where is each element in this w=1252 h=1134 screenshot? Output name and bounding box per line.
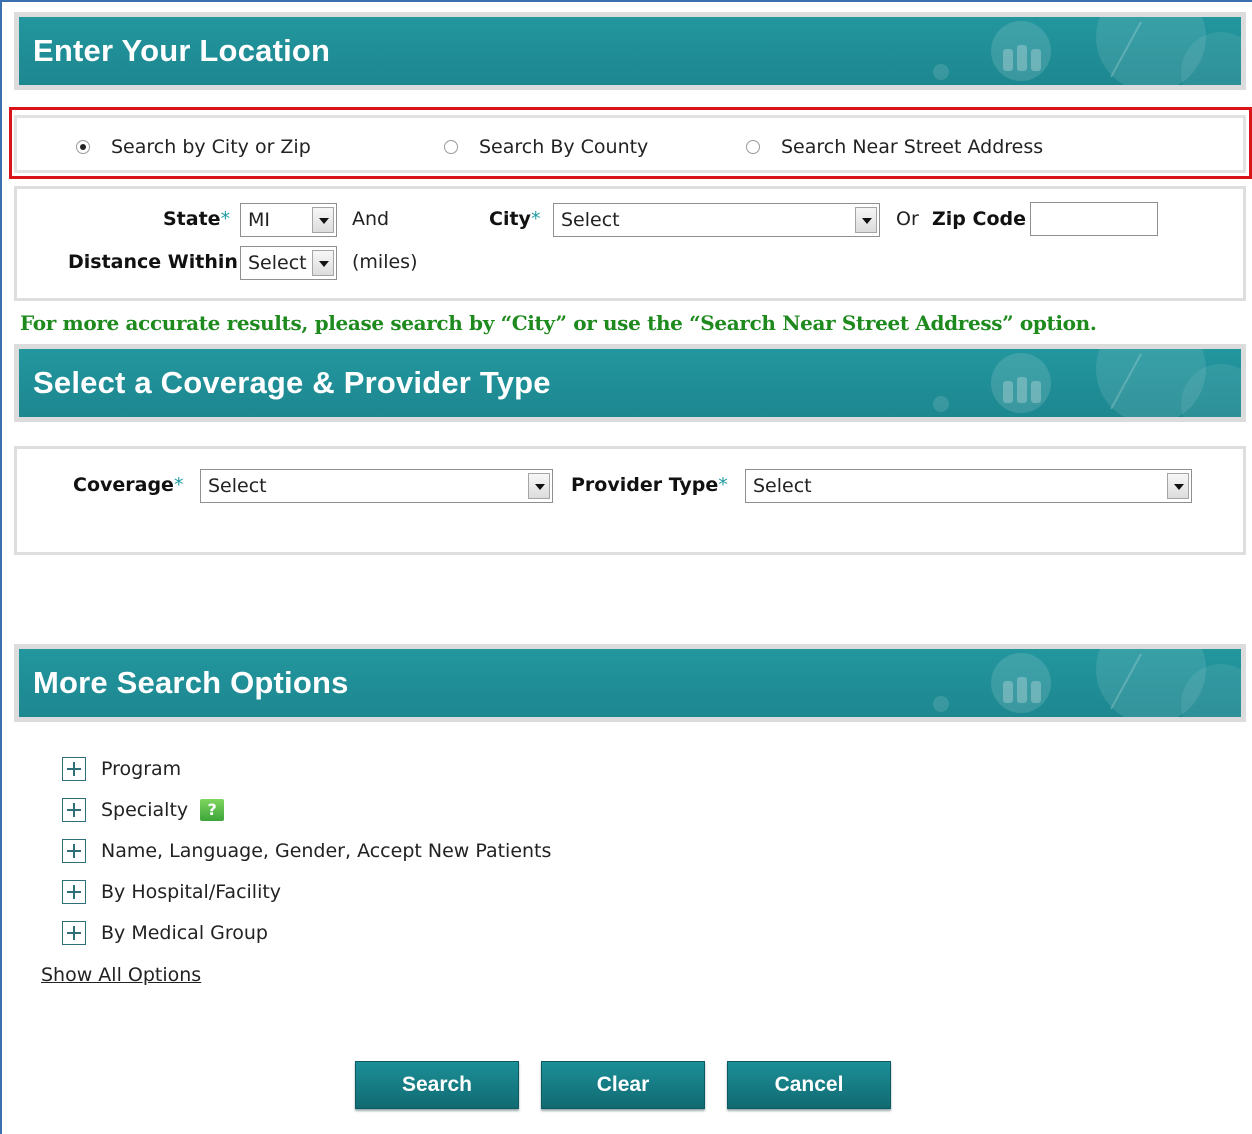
radio-city-zip[interactable] xyxy=(76,140,90,154)
state-select[interactable]: MI xyxy=(240,203,337,237)
expand-plus-icon[interactable] xyxy=(62,757,86,781)
option-program-label: Program xyxy=(101,758,182,780)
option-hospital-facility[interactable]: By Hospital/Facility xyxy=(62,879,281,905)
radio-option-county[interactable]: Search By County xyxy=(444,135,648,159)
coverage-select-value: Select xyxy=(208,475,267,497)
banner-decoration-icon xyxy=(933,349,1241,417)
provider-type-label: Provider Type* xyxy=(571,474,728,496)
option-program[interactable]: Program xyxy=(62,756,181,782)
provider-type-select-value: Select xyxy=(753,475,812,497)
zip-code-input[interactable] xyxy=(1030,202,1158,236)
coverage-section-header: Select a Coverage & Provider Type xyxy=(14,344,1246,422)
state-select-value: MI xyxy=(248,209,270,231)
chevron-down-icon[interactable] xyxy=(312,250,334,276)
radio-option-city-zip[interactable]: Search by City or Zip xyxy=(76,135,311,159)
option-name-language-gender[interactable]: Name, Language, Gender, Accept New Patie… xyxy=(62,838,551,864)
expand-plus-icon[interactable] xyxy=(62,880,86,904)
zip-code-label: Zip Code xyxy=(932,208,1026,230)
more-options-section-header: More Search Options xyxy=(14,644,1246,722)
location-section-title: Enter Your Location xyxy=(33,33,331,68)
radio-street-address-label: Search Near Street Address xyxy=(781,136,1044,158)
option-name-language-gender-label: Name, Language, Gender, Accept New Patie… xyxy=(101,840,552,862)
chevron-down-icon[interactable] xyxy=(855,207,877,233)
provider-type-select[interactable]: Select xyxy=(745,469,1192,503)
coverage-label: Coverage* xyxy=(73,474,184,496)
radio-county[interactable] xyxy=(444,140,458,154)
clear-button[interactable]: Clear xyxy=(541,1061,705,1109)
radio-option-street-address[interactable]: Search Near Street Address xyxy=(746,135,1043,159)
distance-select[interactable]: Select xyxy=(240,246,337,280)
banner-decoration-icon xyxy=(933,649,1241,717)
show-all-options-link[interactable]: Show All Options xyxy=(41,964,201,986)
banner-decoration-icon xyxy=(933,17,1241,85)
coverage-select[interactable]: Select xyxy=(200,469,553,503)
chevron-down-icon[interactable] xyxy=(528,473,550,499)
or-text: Or xyxy=(896,208,919,230)
city-label: City* xyxy=(489,208,541,230)
radio-city-zip-label: Search by City or Zip xyxy=(111,136,311,158)
miles-text: (miles) xyxy=(352,251,418,273)
search-button[interactable]: Search xyxy=(355,1061,519,1109)
distance-within-label: Distance Within xyxy=(68,251,238,273)
option-specialty-label: Specialty xyxy=(101,799,189,821)
distance-select-value: Select xyxy=(248,252,307,274)
help-icon[interactable]: ? xyxy=(200,799,225,821)
state-label: State* xyxy=(163,208,231,230)
expand-plus-icon[interactable] xyxy=(62,921,86,945)
more-options-section-title: More Search Options xyxy=(33,665,349,700)
option-specialty[interactable]: Specialty ? xyxy=(62,797,225,823)
option-hospital-facility-label: By Hospital/Facility xyxy=(101,881,282,903)
chevron-down-icon[interactable] xyxy=(312,207,334,233)
location-section-header: Enter Your Location xyxy=(14,12,1246,90)
coverage-section-title: Select a Coverage & Provider Type xyxy=(33,365,551,400)
city-select[interactable]: Select xyxy=(553,203,880,237)
city-select-value: Select xyxy=(561,209,620,231)
chevron-down-icon[interactable] xyxy=(1167,473,1189,499)
and-text: And xyxy=(352,208,390,230)
accuracy-note: For more accurate results, please search… xyxy=(20,311,1097,335)
option-medical-group[interactable]: By Medical Group xyxy=(62,920,268,946)
radio-county-label: Search By County xyxy=(479,136,649,158)
expand-plus-icon[interactable] xyxy=(62,798,86,822)
cancel-button[interactable]: Cancel xyxy=(727,1061,891,1109)
option-medical-group-label: By Medical Group xyxy=(101,922,268,944)
expand-plus-icon[interactable] xyxy=(62,839,86,863)
radio-street-address[interactable] xyxy=(746,140,760,154)
